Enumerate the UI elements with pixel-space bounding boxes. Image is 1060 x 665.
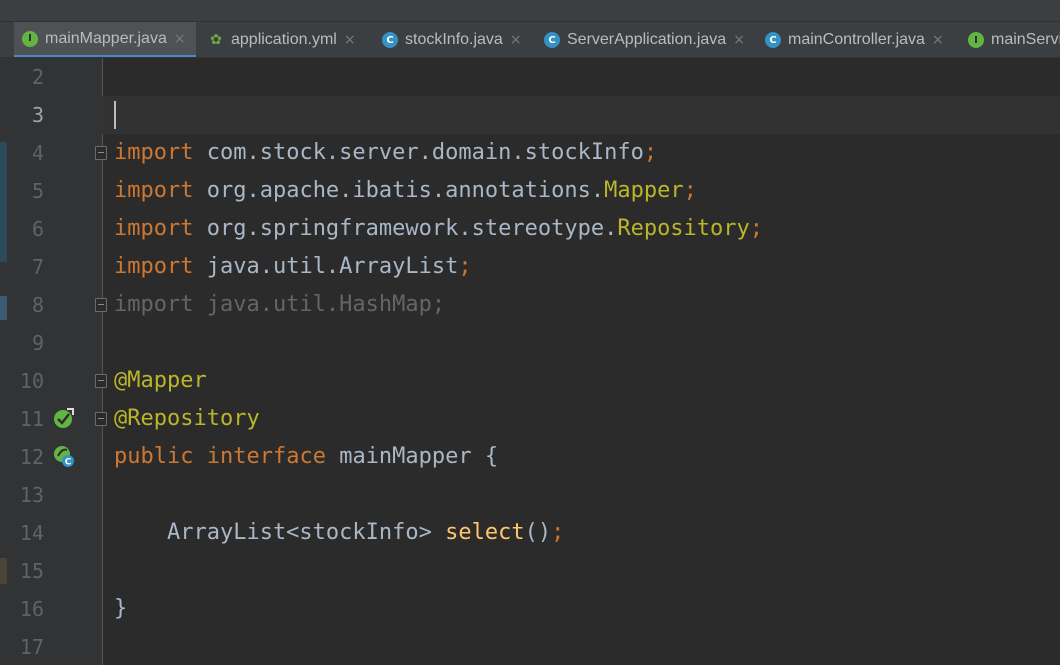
code-text: org.apache.ibatis.annotations. (193, 178, 605, 203)
annotation-type: Mapper (604, 178, 684, 203)
semicolon: ; (643, 140, 658, 165)
tab-label: application.yml (231, 31, 337, 48)
keyword: import (114, 216, 194, 241)
tab-server-application[interactable]: C ServerApplication.java × (544, 22, 745, 57)
tab-main-service[interactable]: I mainServi (968, 22, 1060, 57)
interface-icon: I (22, 30, 38, 47)
keyword: import (114, 178, 194, 203)
close-icon[interactable]: × (174, 31, 186, 47)
code-line: 5 import org.apache.ibatis.annotations.M… (0, 172, 1060, 210)
spring-bean-icon[interactable]: C (52, 444, 76, 468)
class-icon: C (382, 32, 398, 48)
semicolon: ; (683, 178, 697, 203)
line-number: 13 (19, 483, 44, 507)
keyword: import (114, 140, 194, 165)
code-text: mainMapper { (325, 444, 499, 469)
unused-import: import java.util.HashMap; (114, 292, 446, 317)
line-number: 3 (31, 103, 44, 127)
method-name: select (445, 520, 525, 545)
line-number: 9 (31, 331, 44, 355)
code-line: 17 (0, 628, 1060, 665)
code-line: 16 } (0, 590, 1060, 628)
editor-tab-bar: I mainMapper.java × ✿ application.yml × … (0, 22, 1060, 58)
tab-stock-info[interactable]: C stockInfo.java × (382, 22, 522, 57)
code-line: 7 import java.util.ArrayList; (0, 248, 1060, 286)
keyword: public (114, 444, 194, 469)
tab-label: mainServi (991, 31, 1060, 48)
tab-main-controller[interactable]: C mainController.java × (765, 22, 944, 57)
line-number: 2 (31, 65, 44, 89)
close-icon[interactable]: × (510, 32, 522, 48)
tab-label: stockInfo.java (405, 31, 503, 48)
line-number: 11 (19, 407, 44, 431)
line-number: 14 (19, 521, 44, 545)
code-text: () (524, 520, 552, 545)
close-icon[interactable]: × (932, 32, 944, 48)
code-line: 11 @Repository (0, 400, 1060, 438)
line-number: 16 (19, 597, 44, 621)
code-line: 3 (0, 96, 1060, 134)
annotation: @Mapper (114, 368, 207, 393)
code-text: ArrayList<stockInfo> (114, 520, 446, 545)
implemented-bean-icon[interactable] (52, 406, 76, 430)
line-number: 17 (19, 635, 44, 659)
annotation-type: Repository (617, 216, 750, 241)
closing-brace: } (114, 596, 128, 621)
line-number: 15 (19, 559, 44, 583)
line-number: 5 (31, 179, 44, 203)
code-line: 12 C public interface mainMapper { (0, 438, 1060, 476)
text-caret (114, 101, 116, 129)
tab-label: mainController.java (788, 31, 925, 48)
fold-toggle-icon[interactable] (95, 412, 107, 426)
code-line: 15 (0, 552, 1060, 590)
code-line: 10 @Mapper (0, 362, 1060, 400)
code-line: 6 import org.springframework.stereotype.… (0, 210, 1060, 248)
interface-icon: I (968, 32, 984, 48)
tab-application-yml[interactable]: ✿ application.yml × (208, 22, 356, 57)
code-line: 13 (0, 476, 1060, 514)
line-number: 7 (31, 255, 44, 279)
yml-icon: ✿ (210, 32, 222, 48)
code-line: 14 ArrayList<stockInfo> select(); (0, 514, 1060, 552)
line-number: 6 (31, 217, 44, 241)
line-number: 10 (19, 369, 44, 393)
line-number: 12 (19, 445, 44, 469)
code-text: com.stock.server.domain.stockInfo (193, 140, 644, 165)
code-line: 2 (0, 58, 1060, 96)
fold-toggle-icon[interactable] (95, 374, 107, 388)
code-text: org.springframework.stereotype. (193, 216, 618, 241)
svg-text:C: C (65, 458, 72, 468)
fold-toggle-icon[interactable] (95, 298, 107, 312)
code-text: java.util.ArrayList (193, 254, 459, 279)
window-top-strip (0, 0, 1060, 22)
tab-label: ServerApplication.java (567, 31, 727, 48)
semicolon: ; (458, 254, 472, 279)
keyword: import (114, 254, 194, 279)
code-line: 9 (0, 324, 1060, 362)
line-number: 4 (31, 141, 44, 165)
keyword: interface (206, 444, 326, 469)
code-line: 4 import com.stock.server.domain.stockIn… (0, 134, 1060, 172)
close-icon[interactable]: × (733, 32, 745, 48)
tab-main-mapper[interactable]: I mainMapper.java × (14, 22, 196, 57)
semicolon: ; (749, 216, 764, 241)
fold-toggle-icon[interactable] (95, 146, 107, 160)
class-icon: C (765, 32, 781, 48)
annotation: @Repository (114, 406, 260, 431)
code-line: 8 import java.util.HashMap; (0, 286, 1060, 324)
spring-app-icon: C (544, 32, 560, 48)
code-editor[interactable]: 2 3 4 import com.stock.server.domain.sto… (0, 58, 1060, 665)
close-icon[interactable]: × (344, 32, 356, 48)
tab-label: mainMapper.java (45, 29, 167, 47)
line-number: 8 (31, 293, 44, 317)
semicolon: ; (551, 520, 565, 545)
